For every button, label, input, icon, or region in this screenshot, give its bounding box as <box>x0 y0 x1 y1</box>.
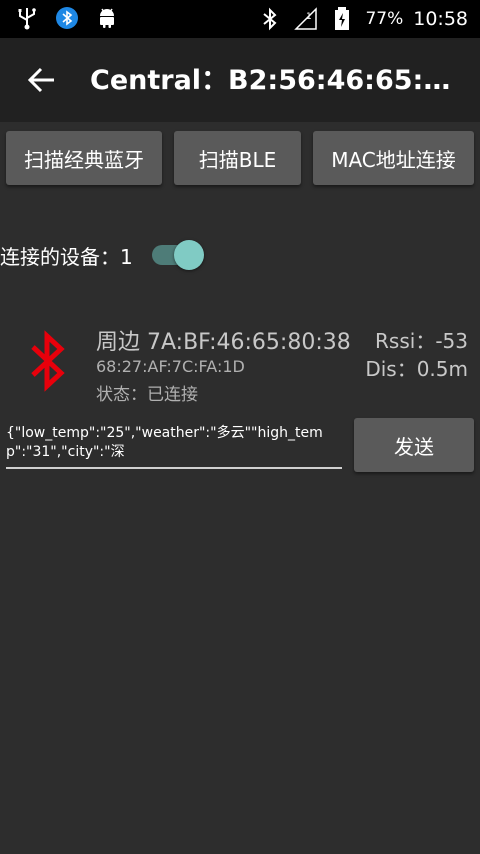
device-bluetooth-icon <box>28 330 68 392</box>
send-button[interactable]: 发送 <box>354 418 474 472</box>
clock: 10:58 <box>413 8 468 30</box>
status-bar-left <box>14 5 120 31</box>
mac-connect-button[interactable]: MAC地址连接 <box>313 131 474 185</box>
svg-text:1: 1 <box>306 12 312 22</box>
battery-icon <box>329 6 355 32</box>
back-button[interactable] <box>26 66 58 94</box>
connected-devices-label: 连接的设备：1 <box>0 245 133 269</box>
device-distance: Dis：0.5m <box>365 357 468 381</box>
arrow-back-icon <box>27 67 54 93</box>
connected-devices-switch[interactable] <box>150 240 206 270</box>
device-rssi: Rssi：-53 <box>375 329 468 353</box>
scan-ble-button[interactable]: 扫描BLE <box>174 131 301 185</box>
toolbar: Central：B2:56:46:65:80:38 <box>0 38 480 122</box>
status-bar-right: 1 77% 10:58 <box>257 0 468 38</box>
page-title: Central：B2:56:46:65:80:38 <box>90 65 460 96</box>
device-mac: 68:27:AF:7C:FA:1D <box>96 357 245 376</box>
message-input-underline <box>6 467 342 469</box>
message-input[interactable]: {"low_temp":"25","weather":"多云""high_tem… <box>6 424 342 468</box>
device-state: 状态：已连接 <box>96 385 198 405</box>
status-bar: 1 77% 10:58 <box>0 0 480 38</box>
switch-thumb <box>174 240 204 270</box>
usb-icon <box>14 5 40 31</box>
scan-classic-bluetooth-button[interactable]: 扫描经典蓝牙 <box>6 131 162 185</box>
signal-icon: 1 <box>293 6 319 32</box>
battery-percentage: 77% <box>365 9 404 29</box>
bluetooth-icon <box>257 6 283 32</box>
android-icon <box>94 5 120 31</box>
device-name: 周边 7A:BF:46:65:80:38 <box>96 330 351 355</box>
bluetooth-app-icon <box>54 5 80 31</box>
